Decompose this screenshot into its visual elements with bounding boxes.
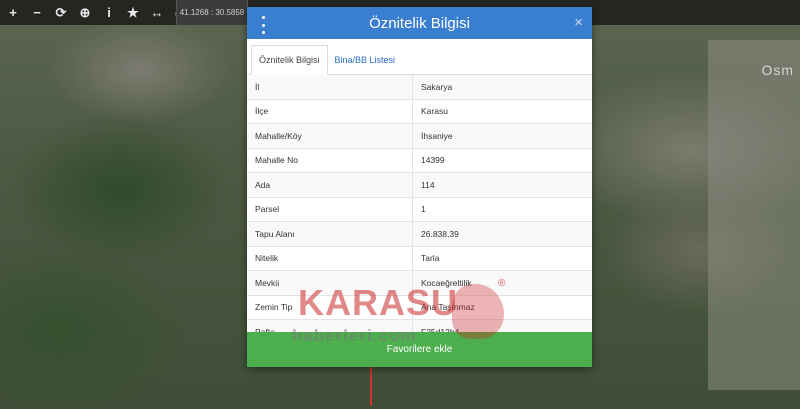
tab-attribute-info[interactable]: Öznitelik Bilgisi — [251, 45, 328, 75]
plus-icon: + — [9, 5, 17, 20]
parcel-boundary — [370, 365, 492, 406]
table-row: Mevkii Kocaeğreltilik — [247, 271, 592, 296]
map-overlay-panel — [708, 40, 800, 390]
attr-value: İhsaniye — [421, 130, 453, 141]
attr-value: 14399 — [421, 155, 445, 166]
attr-value: 1 — [421, 204, 426, 215]
attr-value: Tarla — [421, 253, 440, 264]
target-icon: ⊕ — [79, 4, 91, 20]
zoom-out-button[interactable]: − — [26, 0, 48, 25]
minus-icon: − — [33, 5, 41, 20]
table-row: Nitelik Tarla — [247, 246, 592, 271]
tab-building-list[interactable]: Bina/BB Listesi — [328, 46, 403, 74]
dialog-title: Öznitelik Bilgisi — [369, 14, 470, 32]
attr-value: Ana Taşınmaz — [421, 302, 475, 313]
attr-value: Kocaeğreltilik — [421, 277, 472, 288]
attr-key: İl — [247, 75, 413, 99]
measure-button[interactable]: ↔ — [146, 0, 168, 25]
table-row: Parsel 1 — [247, 197, 592, 222]
star-icon: ★ — [127, 4, 139, 20]
favorites-button[interactable]: ★ — [122, 0, 144, 25]
locate-button[interactable]: ⊕ — [74, 0, 96, 25]
info-button[interactable]: i — [98, 0, 120, 25]
zoom-in-button[interactable]: + — [2, 0, 24, 25]
dialog-header: Öznitelik Bilgisi × — [247, 7, 592, 39]
table-row: Ada 114 — [247, 173, 592, 198]
table-row: Tapu Alanı 26.838,39 — [247, 222, 592, 247]
attr-key: Ada — [247, 173, 413, 197]
menu-dots-icon[interactable] — [257, 14, 269, 36]
dialog-tabs: Öznitelik Bilgisi Bina/BB Listesi — [247, 39, 592, 75]
table-row: Zemin Tip Ana Taşınmaz — [247, 295, 592, 320]
attr-key: Mahalle/Köy — [247, 124, 413, 148]
attr-key: Mevkii — [247, 271, 413, 295]
attribute-info-dialog: Öznitelik Bilgisi × Öznitelik Bilgisi Bi… — [247, 7, 592, 367]
table-row: İlçe Karasu — [247, 99, 592, 124]
attr-key: İlçe — [247, 99, 413, 123]
coordinate-readout: 41.1268 : 30.5858 — [176, 0, 248, 25]
table-row: Mahalle No 14399 — [247, 148, 592, 173]
info-icon: i — [107, 5, 111, 20]
table-row: İl Sakarya — [247, 75, 592, 100]
refresh-button[interactable]: ⟳ — [50, 0, 72, 25]
attr-value: Sakarya — [421, 81, 453, 92]
attr-value: 114 — [421, 179, 435, 190]
attr-key: Nitelik — [247, 246, 413, 270]
attribute-table: İl Sakarya İlçe Karasu Mahalle/Köy İhsaniye… — [247, 75, 592, 367]
close-icon[interactable]: × — [574, 14, 583, 32]
attr-key: Tapu Alanı — [247, 222, 413, 246]
add-to-favorites-button[interactable]: Favorilere ekle — [247, 332, 592, 367]
attr-key: Parsel — [247, 197, 413, 221]
table-row: Mahalle/Köy İhsaniye — [247, 124, 592, 149]
attr-value: 26.838,39 — [421, 228, 459, 239]
attr-key: Zemin Tip — [247, 295, 413, 319]
attr-key: Mahalle No — [247, 148, 413, 172]
map-label: Osm — [761, 62, 794, 78]
measure-icon: ↔ — [150, 5, 164, 20]
refresh-icon: ⟳ — [55, 4, 67, 20]
attr-value: Karasu — [421, 106, 448, 117]
